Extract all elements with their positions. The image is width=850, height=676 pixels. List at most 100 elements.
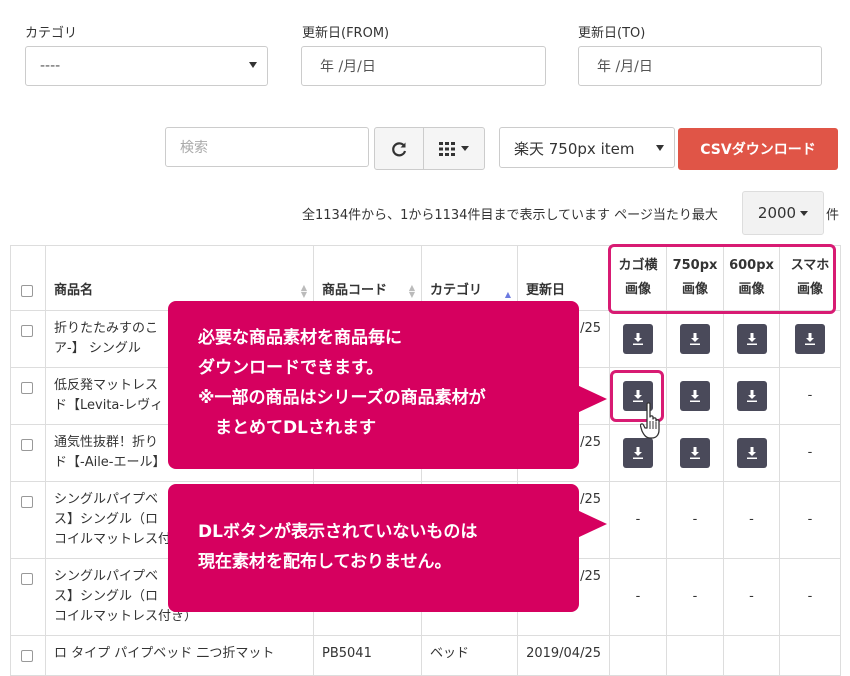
refresh-icon [392,141,407,156]
row-checkbox[interactable] [21,572,33,585]
page-size-dropdown[interactable]: 2000 [742,191,824,235]
download-icon [690,390,700,402]
column-header-category-label: カテゴリ [430,283,483,298]
download-button[interactable] [795,324,825,354]
row-checkbox[interactable] [21,649,33,662]
image-cell: - [723,481,780,559]
image-cell [723,424,780,482]
chevron-down-icon [656,145,664,151]
date-from-value: 年 /月/日 [320,59,376,75]
image-cell: - [609,481,667,559]
image-cell [666,635,724,676]
download-button[interactable] [736,324,767,354]
image-cell: - [723,558,780,636]
select-all-checkbox[interactable] [21,284,33,297]
date-to-value: 年 /月/日 [597,59,653,75]
image-cell [779,310,841,368]
download-icon [690,447,700,459]
image-type-select[interactable]: 楽天 750px item [499,127,675,168]
image-cell [779,635,841,676]
row-checkbox[interactable] [21,324,33,337]
date-to-input[interactable]: 年 /月/日 [578,46,822,86]
callout-top-line4: まとめてDLされます [198,418,376,438]
image-cell [666,424,724,482]
image-cell: - [666,558,724,636]
callout-bottom-line1: DLボタンが表示されていないものは [198,522,478,542]
category-cell: ベッド [421,635,518,676]
refresh-button[interactable] [374,127,424,170]
download-button[interactable] [680,438,710,468]
download-button[interactable] [680,324,710,354]
sort-icon: ▲ ▼ [300,283,307,299]
row-select-cell [10,424,46,482]
column-header-updated-label: 更新日 [526,283,566,298]
callout-bottom-line2: 現在素材を配布しておりません。 [198,552,452,572]
hand-cursor-icon [640,402,660,439]
download-button[interactable] [680,381,710,411]
callout-top-line1: 必要な商品素材を商品毎に [198,328,402,348]
date-from-input[interactable]: 年 /月/日 [301,46,546,86]
row-checkbox[interactable] [21,438,33,451]
product-name-line: ロ タイプ パイプベッド 二つ折マット [54,646,275,661]
download-button[interactable] [736,381,767,411]
image-cell: - [779,481,841,559]
image-cell [723,310,780,368]
image-cell: - [666,481,724,559]
image-cell: - [609,558,667,636]
pagination-info: 全1134件から、1から1134件目まで表示しています ページ当たり最大 [302,208,718,223]
row-checkbox[interactable] [21,495,33,508]
callout-top-line3: ※一部の商品はシリーズの商品素材が [198,388,486,408]
chevron-down-icon [800,210,809,216]
download-icon [746,390,757,402]
callout-download-info: 必要な商品素材を商品毎に ダウンロードできます。 ※一部の商品はシリーズの商品素… [168,301,607,469]
download-icon [633,333,643,345]
select-all-cell [10,245,46,311]
table-row[interactable]: ロ タイプ パイプベッド 二つ折マット PB5041 ベッド 2019/04/25 [10,635,841,676]
product-code-cell: PB5041 [313,635,422,676]
search-placeholder: 検索 [180,140,208,156]
csv-download-button[interactable]: CSVダウンロード [678,128,838,170]
image-cell [723,635,780,676]
image-cell [723,367,780,425]
download-icon [746,447,757,459]
category-select[interactable]: ---- [25,46,268,86]
column-header-name-label: 商品名 [54,283,94,298]
category-select-value: ---- [40,58,61,74]
download-button[interactable] [736,438,767,468]
download-button[interactable] [623,324,653,354]
image-cell [609,310,667,368]
row-checkbox[interactable] [21,381,33,394]
row-select-cell [10,558,46,636]
date-to-label: 更新日(TO) [578,26,646,41]
download-button[interactable] [623,438,653,468]
image-cell [609,635,667,676]
callout-no-material: DLボタンが表示されていないものは 現在素材を配布しておりません。 [168,484,607,612]
callout-pointer [577,385,607,413]
download-icon [805,333,815,345]
image-cell [666,310,724,368]
sort-asc-icon: ▲ [504,290,511,299]
callout-top-line2: ダウンロードできます。 [198,358,384,378]
column-header-code-label: 商品コード [322,283,388,298]
search-input[interactable]: 検索 [165,127,369,167]
product-name-cell: ロ タイプ パイプベッド 二つ折マット [45,635,314,676]
row-select-cell [10,310,46,368]
image-cell: - [779,558,841,636]
callout-pointer [577,510,607,538]
image-cell: - [779,367,841,425]
date-from-label: 更新日(FROM) [302,26,390,41]
sort-icon: ▲ ▼ [408,283,415,299]
download-icon [690,333,700,345]
category-filter-label: カテゴリ [25,26,78,41]
row-select-cell [10,481,46,559]
image-type-value: 楽天 750px item [514,140,635,158]
columns-toggle-button[interactable] [423,127,485,170]
grid-icon [439,141,455,156]
page-size-value: 2000 [757,204,797,222]
page-size-suffix: 件 [826,208,840,223]
download-icon [633,447,643,459]
chevron-down-icon [249,62,257,68]
chevron-down-icon [461,146,469,151]
row-select-cell [10,367,46,425]
image-cell [666,367,724,425]
